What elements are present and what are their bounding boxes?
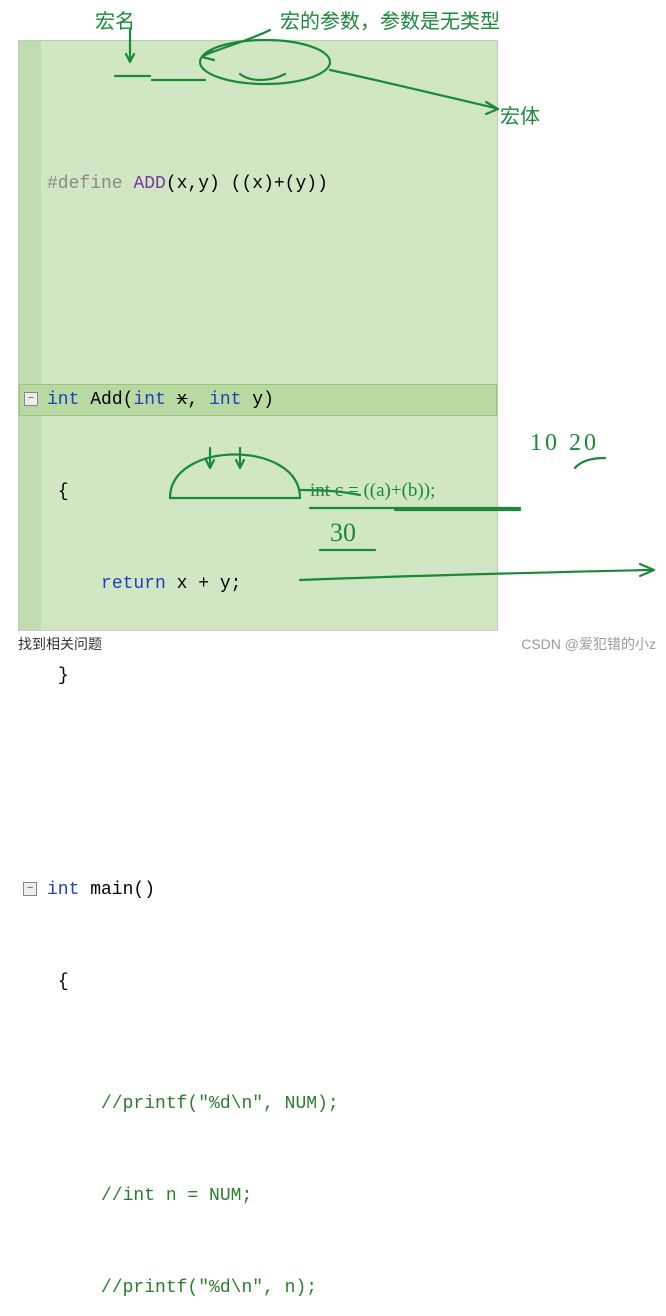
code-line: //printf("%d\n", n); xyxy=(19,1273,497,1304)
handwritten-expansion: int c = ((a)+(b)); xyxy=(310,480,435,502)
annotation-macro-body: 宏体 xyxy=(500,100,540,129)
code-line-blank xyxy=(19,753,497,784)
gutter xyxy=(19,41,41,639)
handwritten-result: 30 xyxy=(330,518,356,548)
code-line-add-fn: −int Add(int x, int y) xyxy=(19,384,497,417)
code-line-define: #define ADD(x,y) ((x)+(y)) xyxy=(19,169,497,200)
fold-icon[interactable]: − xyxy=(24,392,38,406)
code-line: //int n = NUM; xyxy=(19,1181,497,1212)
code-line-main: −int main() xyxy=(19,875,497,906)
code-line: } xyxy=(19,661,497,692)
code-line: { xyxy=(19,967,497,998)
watermark: CSDN @爱犯错的小z xyxy=(521,634,656,654)
code-line: return x + y; xyxy=(19,569,497,600)
annotation-macro-params: 宏的参数，参数是无类型 xyxy=(280,5,500,34)
code-editor: #define ADD(x,y) ((x)+(y)) −int Add(int … xyxy=(18,40,498,640)
handwritten-values: 10 20 xyxy=(530,430,599,457)
code-line-blank xyxy=(19,261,497,292)
annotation-macro-name: 宏名 xyxy=(95,5,135,34)
code-line: //printf("%d\n", NUM); xyxy=(19,1089,497,1120)
fold-icon[interactable]: − xyxy=(23,882,37,896)
footer-search-text: 找到相关问题 xyxy=(18,630,498,654)
